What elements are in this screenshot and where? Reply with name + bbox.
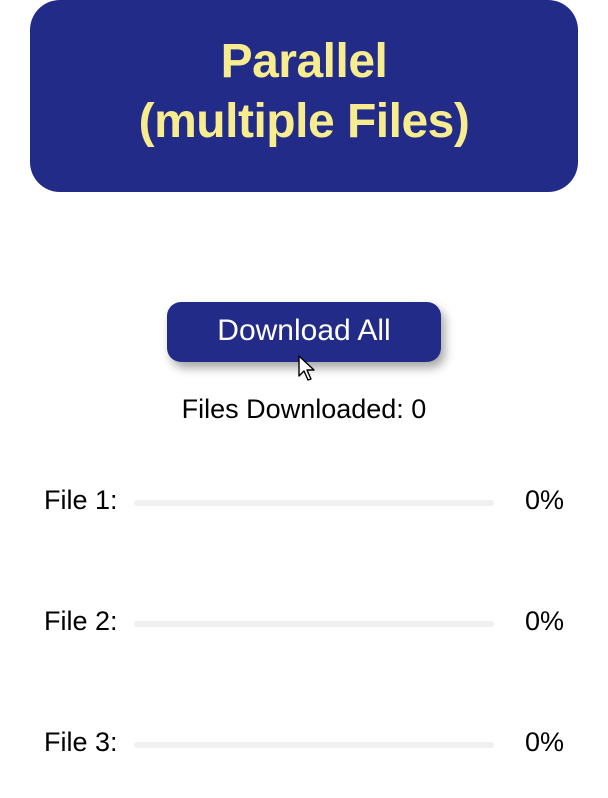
progress-bar — [134, 500, 494, 506]
progress-bar — [134, 742, 494, 748]
files-list: File 1: 0% File 2: 0% File 3: 0% — [0, 485, 608, 758]
page-title-line2: (multiple Files) — [139, 95, 470, 148]
file-label: File 1: — [44, 485, 118, 516]
status-line: Files Downloaded: 0 — [0, 394, 608, 425]
file-label: File 2: — [44, 606, 118, 637]
page-title: Parallel (multiple Files) — [50, 32, 558, 152]
status-count: 0 — [411, 394, 426, 424]
main-area: Download All Files Downloaded: 0 File 1:… — [0, 192, 608, 758]
file-row: File 1: 0% — [44, 485, 564, 516]
progress-bar — [134, 621, 494, 627]
header-panel: Parallel (multiple Files) — [30, 0, 578, 192]
file-row: File 2: 0% — [44, 606, 564, 637]
status-label: Files Downloaded: — [182, 394, 412, 424]
file-percent: 0% — [510, 606, 564, 637]
file-percent: 0% — [510, 485, 564, 516]
page-title-line1: Parallel — [221, 35, 388, 88]
download-all-button[interactable]: Download All — [167, 302, 440, 362]
file-row: File 3: 0% — [44, 727, 564, 758]
file-label: File 3: — [44, 727, 118, 758]
download-button-wrap: Download All — [167, 302, 440, 362]
file-percent: 0% — [510, 727, 564, 758]
